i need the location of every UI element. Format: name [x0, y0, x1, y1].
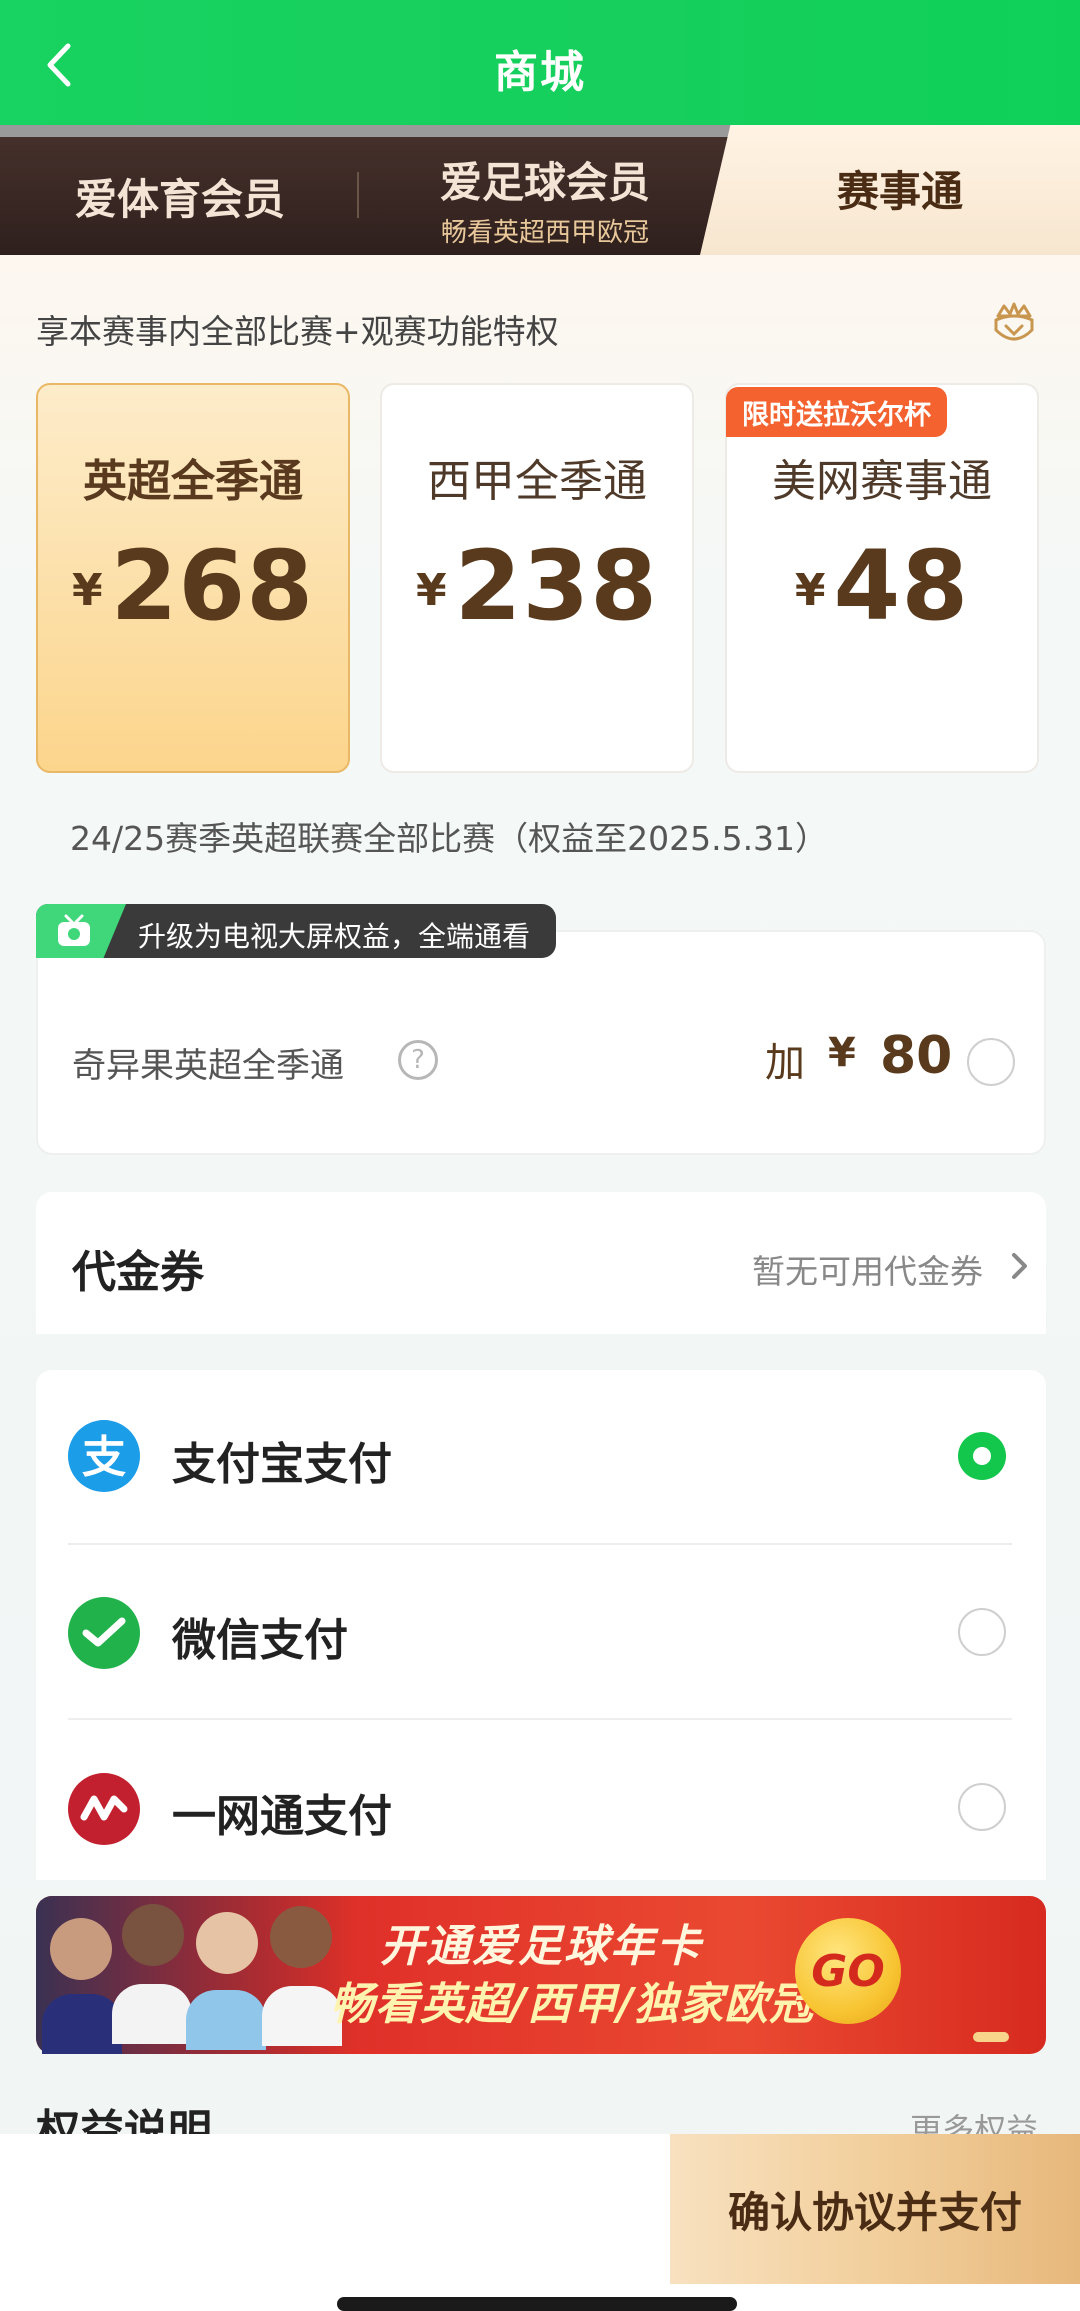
payment-option-label[interactable]: 微信支付	[172, 1604, 348, 1668]
tab-separator	[357, 172, 359, 218]
tab-sports-member[interactable]: 爱体育会员	[0, 137, 360, 255]
payment-option-label[interactable]: 支付宝支付	[172, 1428, 392, 1492]
pass-card-title: 西甲全季通	[427, 456, 647, 507]
alipay-icon: 支	[68, 1420, 140, 1492]
chevron-right-icon[interactable]	[1008, 1250, 1030, 1282]
player-head	[122, 1904, 184, 1966]
privilege-description: 享本赛事内全部比赛+观赛功能特权	[36, 312, 559, 351]
upgrade-price: 80	[880, 1026, 953, 1086]
wechat-pay-radio[interactable]	[958, 1608, 1006, 1656]
banner-go-button[interactable]: GO	[795, 1918, 901, 2024]
player-jersey	[42, 1994, 122, 2054]
banner-pager-dot	[973, 2032, 1009, 2042]
price-value: 268	[110, 530, 314, 642]
divider	[68, 1543, 1012, 1545]
tab-bar-top-strip	[0, 125, 735, 137]
divider	[68, 1718, 1012, 1720]
banner-headline: 开通爱足球年卡	[380, 1921, 702, 1972]
crown-badge-icon[interactable]	[990, 298, 1038, 350]
tv-icon	[58, 914, 90, 946]
alipay-radio[interactable]	[958, 1432, 1006, 1480]
tab-event-pass-label[interactable]: 赛事通	[740, 158, 1060, 219]
payment-option-label[interactable]: 一网通支付	[172, 1780, 392, 1844]
wechat-pay-icon	[68, 1597, 140, 1669]
svg-text:支: 支	[82, 1432, 126, 1483]
price-value: 238	[454, 530, 658, 642]
player-jersey	[186, 1990, 266, 2050]
home-indicator	[337, 2297, 737, 2311]
tab-sports-member-label: 爱体育会员	[74, 174, 285, 224]
currency-symbol: ¥	[415, 565, 447, 616]
upgrade-label: 奇异果英超全季通	[72, 1046, 344, 1086]
pass-card-laliga[interactable]: 西甲全季通 ¥238	[380, 383, 694, 773]
promo-badge: 限时送拉沃尔杯	[726, 387, 947, 437]
voucher-status: 暂无可用代金券	[752, 1252, 983, 1291]
pass-card-epl[interactable]: 英超全季通 ¥268	[36, 383, 350, 773]
confirm-pay-button[interactable]: 确认协议并支付	[670, 2134, 1080, 2284]
player-head	[50, 1918, 112, 1980]
pass-card-us-open[interactable]: 美网赛事通 ¥48	[725, 383, 1039, 773]
cmb-pay-icon	[68, 1773, 140, 1845]
upgrade-radio[interactable]	[967, 1038, 1015, 1086]
currency-symbol: ¥	[794, 565, 826, 616]
voucher-title: 代金券	[72, 1247, 204, 1298]
season-description: 24/25赛季英超联赛全部比赛（权益至2025.5.31）	[70, 819, 829, 858]
pass-card-price: ¥268	[38, 530, 348, 642]
confirm-pay-label: 确认协议并支付	[727, 2187, 1022, 2237]
tab-football-member-label: 爱足球会员	[439, 158, 650, 207]
pass-card-price: ¥238	[382, 530, 692, 642]
banner-subheadline: 畅看英超/西甲/独家欧冠	[330, 1979, 815, 2030]
price-value: 48	[833, 530, 970, 642]
cmb-pay-radio[interactable]	[958, 1783, 1006, 1831]
pass-card-price: ¥48	[727, 530, 1037, 642]
tv-upgrade-tag-text: 升级为电视大屏权益，全端通看	[138, 920, 531, 953]
currency-symbol: ¥	[71, 565, 103, 616]
tab-football-member-sublabel: 畅看英超西甲欧冠	[440, 218, 649, 248]
player-head	[196, 1912, 258, 1974]
pass-card-title: 美网赛事通	[772, 456, 992, 507]
pass-card-title: 英超全季通	[83, 456, 303, 507]
upgrade-currency: ¥	[828, 1030, 856, 1076]
player-jersey	[112, 1984, 192, 2044]
tab-football-member[interactable]: 爱足球会员 畅看英超西甲欧冠	[360, 137, 730, 255]
page-title: 商城	[494, 47, 586, 98]
player-head	[270, 1906, 332, 1968]
upgrade-add-text: 加	[765, 1040, 805, 1086]
help-icon[interactable]: ?	[398, 1040, 438, 1080]
